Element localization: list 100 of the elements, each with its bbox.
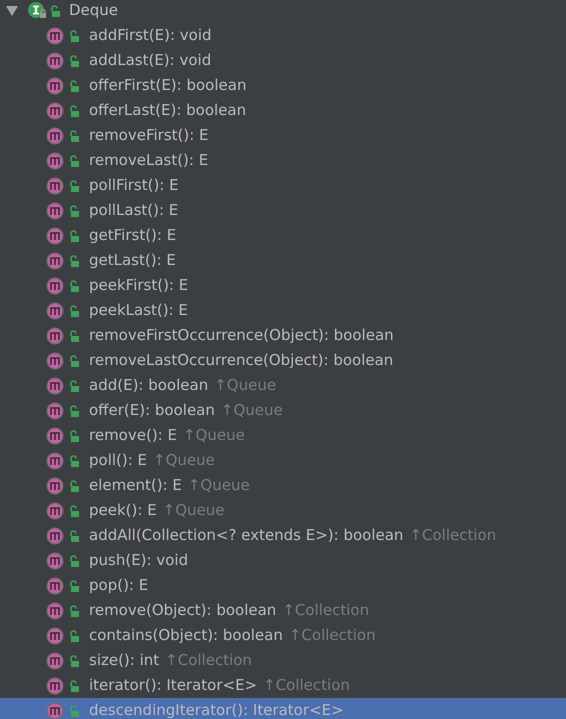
method-icon	[46, 52, 64, 70]
method-icon	[46, 552, 64, 570]
method-signature: pollLast(): E	[89, 200, 178, 222]
method-icon	[46, 402, 64, 420]
tree-row[interactable]: getFirst(): E	[0, 223, 566, 248]
tree-row[interactable]: peekLast(): E	[0, 298, 566, 323]
unlocked-icon	[69, 280, 80, 292]
tree-row[interactable]: offerLast(E): boolean	[0, 98, 566, 123]
method-icon	[46, 202, 64, 220]
method-icon	[46, 626, 64, 644]
tree-row[interactable]: pollLast(): E	[0, 198, 566, 223]
method-icon	[46, 352, 64, 370]
method-icon	[46, 76, 64, 94]
method-signature: poll(): E	[89, 450, 148, 472]
method-icon	[46, 276, 64, 294]
unlocked-icon	[69, 430, 80, 442]
method-icon	[46, 152, 64, 170]
method-signature: addFirst(E): void	[89, 25, 212, 46]
method-signature: push(E): void	[89, 550, 188, 572]
tree-row[interactable]: addLast(E): void	[0, 48, 566, 73]
unlocked-icon	[69, 304, 80, 316]
unlocked-icon	[69, 130, 80, 142]
inherited-from-label: ↑Queue	[182, 425, 245, 446]
method-icon	[46, 102, 64, 120]
method-signature: addAll(Collection<? extends E>): boolean	[89, 525, 404, 546]
unlocked-icon	[69, 654, 80, 666]
tree-row[interactable]: addAll(Collection<? extends E>): boolean ↑Collection	[0, 523, 566, 548]
method-icon	[46, 476, 64, 494]
tree-row[interactable]: peek(): E ↑Queue	[0, 498, 566, 523]
tree-row[interactable]: removeLast(): E	[0, 148, 566, 173]
method-signature: removeFirst(): E	[89, 125, 209, 146]
unlocked-icon	[69, 480, 80, 492]
unlocked-icon	[69, 704, 80, 716]
method-signature: removeFirstOccurrence(Object): boolean	[89, 325, 394, 346]
method-signature: removeLast(): E	[89, 150, 208, 172]
method-icon	[46, 326, 64, 344]
method-signature: offerLast(E): boolean	[89, 100, 246, 122]
unlocked-icon	[69, 454, 80, 466]
method-signature: descendingIterator(): Iterator<E>	[89, 700, 344, 719]
tree-row[interactable]: contains(Object): boolean ↑Collection	[0, 623, 566, 648]
inherited-from-label: ↑Queue	[153, 450, 215, 472]
method-signature: peekFirst(): E	[89, 275, 188, 296]
method-signature: addLast(E): void	[89, 50, 212, 72]
method-icon	[46, 426, 64, 444]
method-signature: remove(Object): boolean	[89, 600, 276, 622]
inherited-from-label: ↑Collection	[409, 525, 496, 546]
inherited-from-label: ↑Queue	[162, 500, 225, 522]
method-icon	[46, 26, 64, 44]
inherited-from-label: ↑Collection	[263, 675, 350, 696]
unlocked-icon	[69, 154, 80, 166]
unlocked-icon	[69, 180, 80, 192]
method-signature: remove(): E	[89, 425, 177, 446]
tree-row[interactable]: add(E): boolean ↑Queue	[0, 373, 566, 398]
unlocked-icon	[50, 4, 61, 16]
tree-row[interactable]: offerFirst(E): boolean	[0, 73, 566, 98]
unlocked-icon	[69, 604, 80, 616]
inherited-from-label: ↑Queue	[188, 475, 250, 496]
tree-row[interactable]: size(): int ↑Collection	[0, 648, 566, 673]
tree-row[interactable]: element(): E ↑Queue	[0, 473, 566, 498]
unlocked-icon	[69, 330, 80, 342]
method-icon	[46, 602, 64, 620]
inherited-from-label: ↑Queue	[214, 375, 276, 396]
tree-row[interactable]: pollFirst(): E	[0, 173, 566, 198]
tree-row[interactable]: Deque	[0, 0, 566, 23]
unlocked-icon	[69, 54, 80, 66]
method-signature: getFirst(): E	[89, 225, 176, 246]
unlocked-icon	[69, 630, 80, 642]
unlocked-icon	[69, 80, 80, 92]
method-signature: pop(): E	[89, 575, 148, 596]
method-signature: size(): int	[89, 650, 160, 672]
tree-row[interactable]: addFirst(E): void	[0, 23, 566, 48]
method-icon	[46, 376, 64, 394]
method-icon	[46, 126, 64, 144]
unlocked-icon	[69, 404, 80, 416]
method-icon	[46, 652, 64, 670]
tree-row[interactable]: offer(E): boolean ↑Queue	[0, 398, 566, 423]
tree-row[interactable]: remove(): E ↑Queue	[0, 423, 566, 448]
unlocked-icon	[69, 504, 80, 516]
interface-name: Deque	[69, 0, 118, 22]
tree-row[interactable]: push(E): void	[0, 548, 566, 573]
method-signature: offer(E): boolean	[89, 400, 215, 422]
tree-row[interactable]: removeFirstOccurrence(Object): boolean	[0, 323, 566, 348]
method-signature: element(): E	[89, 475, 182, 496]
tree-row[interactable]: pop(): E	[0, 573, 566, 598]
unlocked-icon	[69, 204, 80, 216]
tree-row[interactable]: iterator(): Iterator<E> ↑Collection	[0, 673, 566, 698]
unlocked-icon	[69, 230, 80, 242]
tree-row[interactable]: peekFirst(): E	[0, 273, 566, 298]
expand-arrow-icon[interactable]	[6, 6, 18, 16]
tree-row[interactable]: poll(): E ↑Queue	[0, 448, 566, 473]
tree-row[interactable]: removeLastOccurrence(Object): boolean	[0, 348, 566, 373]
tree-row[interactable]: removeFirst(): E	[0, 123, 566, 148]
unlocked-icon	[69, 680, 80, 692]
unlocked-icon	[69, 580, 80, 592]
tree-row[interactable]: getLast(): E	[0, 248, 566, 273]
method-signature: pollFirst(): E	[89, 175, 179, 196]
tree-row[interactable]: remove(Object): boolean ↑Collection	[0, 598, 566, 623]
unlocked-icon	[69, 530, 80, 542]
interface-icon	[28, 2, 48, 20]
method-icon	[46, 302, 64, 320]
